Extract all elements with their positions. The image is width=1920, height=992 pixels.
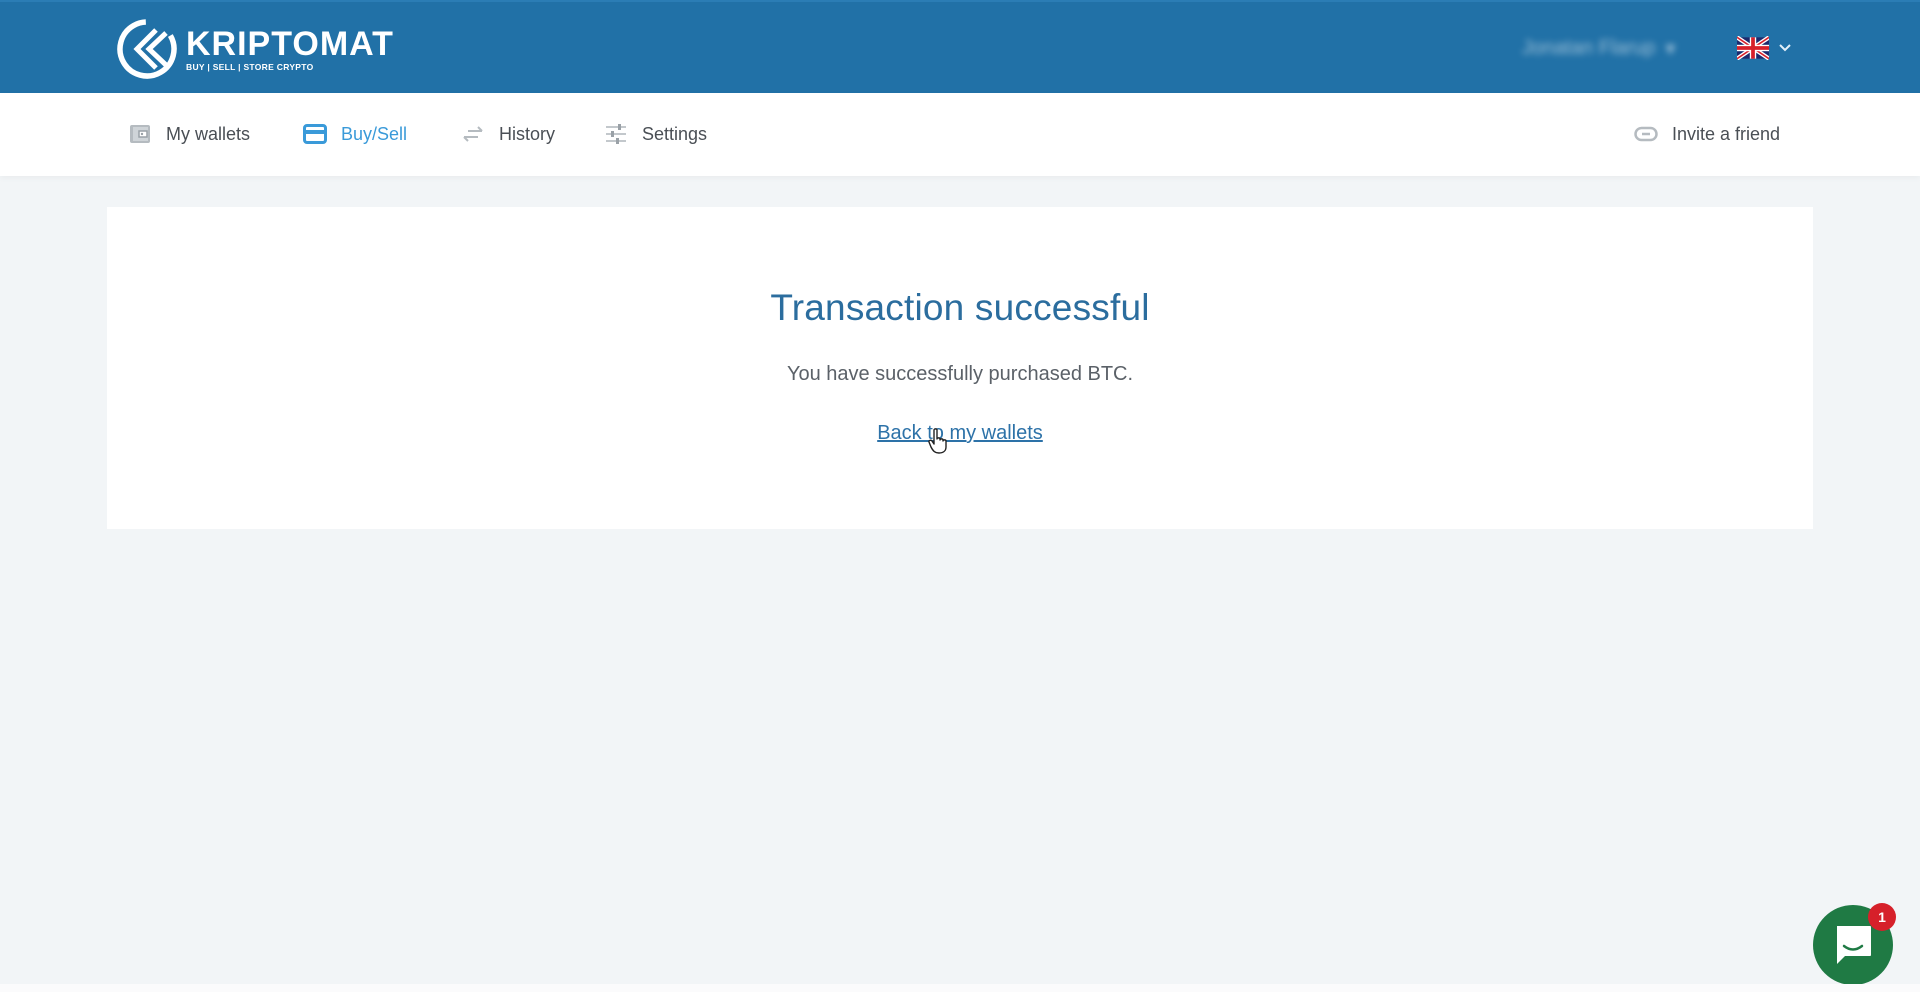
user-chevron-icon: ▾ xyxy=(1665,37,1676,60)
page-bottom-edge xyxy=(0,984,1920,992)
uk-flag-icon xyxy=(1737,36,1769,60)
nav-label: Settings xyxy=(642,123,708,144)
chat-bubble-icon xyxy=(1837,926,1871,964)
nav-item-buy-sell[interactable]: Buy/Sell xyxy=(303,119,407,149)
transaction-result-card: Transaction successful You have successf… xyxy=(107,207,1813,529)
top-header: KRIPTOMAT BUY | SELL | STORE CRYPTO Jona… xyxy=(0,0,1920,93)
unread-badge: 1 xyxy=(1868,903,1896,931)
swap-arrows-icon xyxy=(461,122,485,146)
result-title: Transaction successful xyxy=(770,287,1150,328)
brand-tagline: BUY | SELL | STORE CRYPTO xyxy=(186,61,314,72)
nav-item-settings[interactable]: Settings xyxy=(604,119,707,149)
logo-mark-icon xyxy=(117,19,177,79)
user-menu[interactable]: Jonatan Flarup ▾ xyxy=(1522,35,1675,61)
kriptomat-logo[interactable]: KRIPTOMAT BUY | SELL | STORE CRYPTO xyxy=(116,17,394,81)
nav-item-history[interactable]: History xyxy=(461,119,555,149)
invite-label: Invite a friend xyxy=(1672,123,1781,144)
sliders-icon xyxy=(604,122,628,146)
hand-cursor-icon xyxy=(928,428,947,454)
back-to-wallets-link[interactable]: Back to my wallets xyxy=(877,422,1043,444)
nav-label: My wallets xyxy=(166,123,251,144)
card-icon xyxy=(303,122,327,146)
nav-label: History xyxy=(499,123,556,144)
invite-friend-link[interactable]: Invite a friend xyxy=(1634,119,1780,149)
wallet-icon xyxy=(128,122,152,146)
nav-item-my-wallets[interactable]: My wallets xyxy=(128,119,250,149)
brand-name: KRIPTOMAT xyxy=(186,24,394,63)
user-name: Jonatan Flarup xyxy=(1522,36,1656,59)
result-message: You have successfully purchased BTC. xyxy=(786,363,1134,385)
language-selector[interactable] xyxy=(1737,36,1791,60)
nav-label: Buy/Sell xyxy=(341,123,408,144)
main-nav: My wallets Buy/Sell History Settings Inv… xyxy=(0,93,1920,176)
chevron-down-icon xyxy=(1779,44,1791,52)
link-icon xyxy=(1634,122,1658,146)
